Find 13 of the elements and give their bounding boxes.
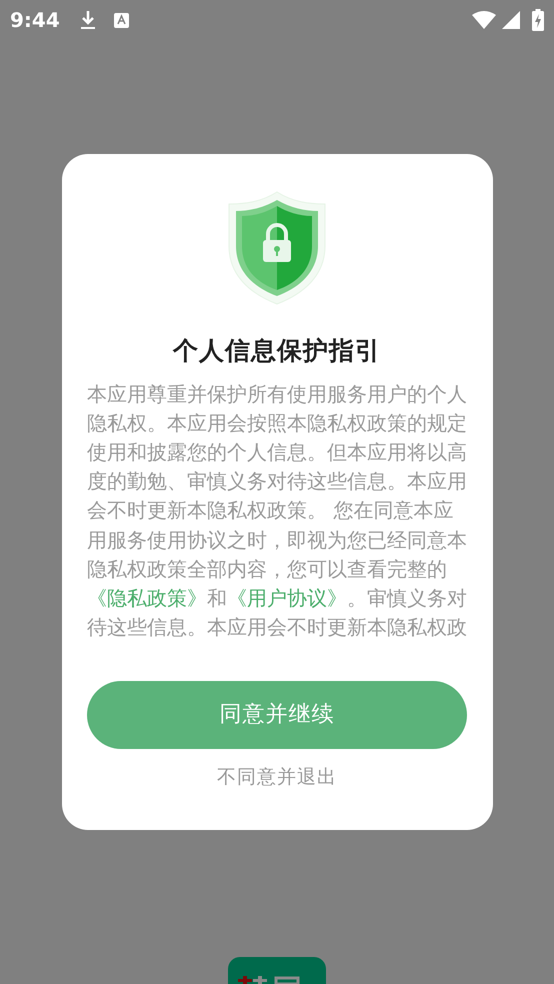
dialog-title: 个人信息保护指引 [173, 335, 381, 367]
status-time: 9:44 [10, 7, 60, 34]
keyboard-a-icon [114, 12, 129, 28]
shield-lock-icon [227, 190, 327, 306]
agree-button[interactable]: 同意并继续 [87, 680, 467, 748]
wifi-icon [472, 10, 496, 30]
decline-link[interactable]: 不同意并退出 [217, 762, 337, 791]
download-icon [80, 10, 96, 30]
policy-link[interactable]: 《用户协议》 [227, 586, 347, 610]
battery-icon [532, 9, 544, 31]
signal-icon [502, 11, 520, 29]
policy-link[interactable]: 《隐私政策》 [87, 586, 207, 610]
privacy-text: 本应用尊重并保护所有使用服务用户的个人隐私权。本应用会按照本隐私权政策的规定使用和披露您的个人信息。但本应用将以高度的勤勉、审慎义务对待这些信息。本应用会不时更新本隐私权政策。 您在同意本应用服务使用协议之时，即视为您已经同意本隐私权政策全部内容，您可以查看完整的 《隐私政策》和《用户协议》。审慎义务对待这些信息。本应用会不时更新本隐私权政 [87, 380, 467, 642]
